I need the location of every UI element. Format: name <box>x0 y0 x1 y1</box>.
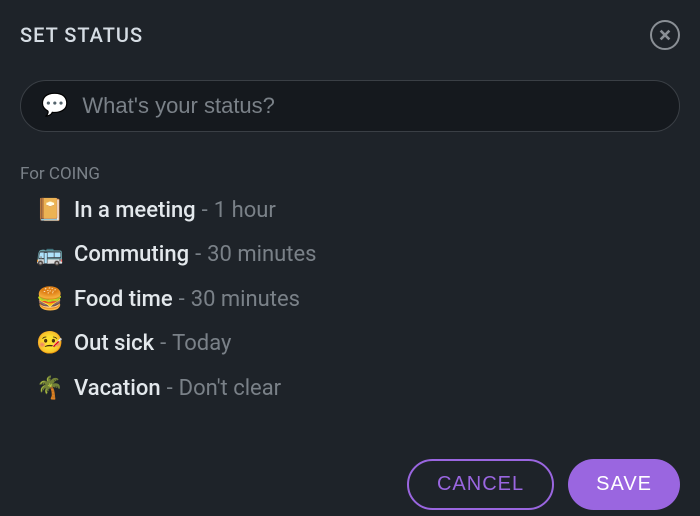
option-duration: 30 minutes <box>207 242 316 268</box>
close-icon <box>658 28 672 42</box>
option-label: Vacation <box>74 376 161 402</box>
option-separator: - <box>167 376 173 402</box>
bus-icon: 🚌 <box>36 242 62 268</box>
option-duration: Today <box>172 331 231 357</box>
option-duration: Don't clear <box>179 376 281 402</box>
option-label: Food time <box>74 287 173 313</box>
option-duration: 30 minutes <box>191 287 300 313</box>
option-separator: - <box>195 242 201 268</box>
close-button[interactable] <box>650 20 680 50</box>
dialog-footer: CANCEL SAVE <box>407 459 680 516</box>
status-option-vacation[interactable]: 🌴 Vacation - Don't clear <box>36 376 700 402</box>
option-duration: 1 hour <box>214 198 276 224</box>
dialog-title: SET STATUS <box>20 23 143 47</box>
status-option-meeting[interactable]: 📔 In a meeting - 1 hour <box>36 198 700 224</box>
option-label: Commuting <box>74 242 189 268</box>
option-label: In a meeting <box>74 198 196 224</box>
notebook-icon: 📔 <box>36 198 62 224</box>
status-options-list: 📔 In a meeting - 1 hour 🚌 Commuting - 30… <box>0 198 700 402</box>
status-input-row: 💬 <box>20 80 680 132</box>
dialog-header: SET STATUS <box>0 0 700 50</box>
scope-label: For COING <box>20 164 700 184</box>
option-separator: - <box>202 198 208 224</box>
save-button[interactable]: SAVE <box>568 459 680 510</box>
status-option-food[interactable]: 🍔 Food time - 30 minutes <box>36 287 700 313</box>
cancel-button[interactable]: CANCEL <box>407 459 554 510</box>
sick-face-icon: 🤒 <box>36 331 62 357</box>
option-label: Out sick <box>74 331 154 357</box>
status-option-sick[interactable]: 🤒 Out sick - Today <box>36 331 700 357</box>
option-separator: - <box>179 287 185 313</box>
burger-icon: 🍔 <box>36 287 62 313</box>
speech-bubble-icon: 💬 <box>41 95 68 117</box>
status-input[interactable] <box>82 93 659 119</box>
status-option-commuting[interactable]: 🚌 Commuting - 30 minutes <box>36 242 700 268</box>
palm-tree-icon: 🌴 <box>36 376 62 402</box>
option-separator: - <box>160 331 166 357</box>
